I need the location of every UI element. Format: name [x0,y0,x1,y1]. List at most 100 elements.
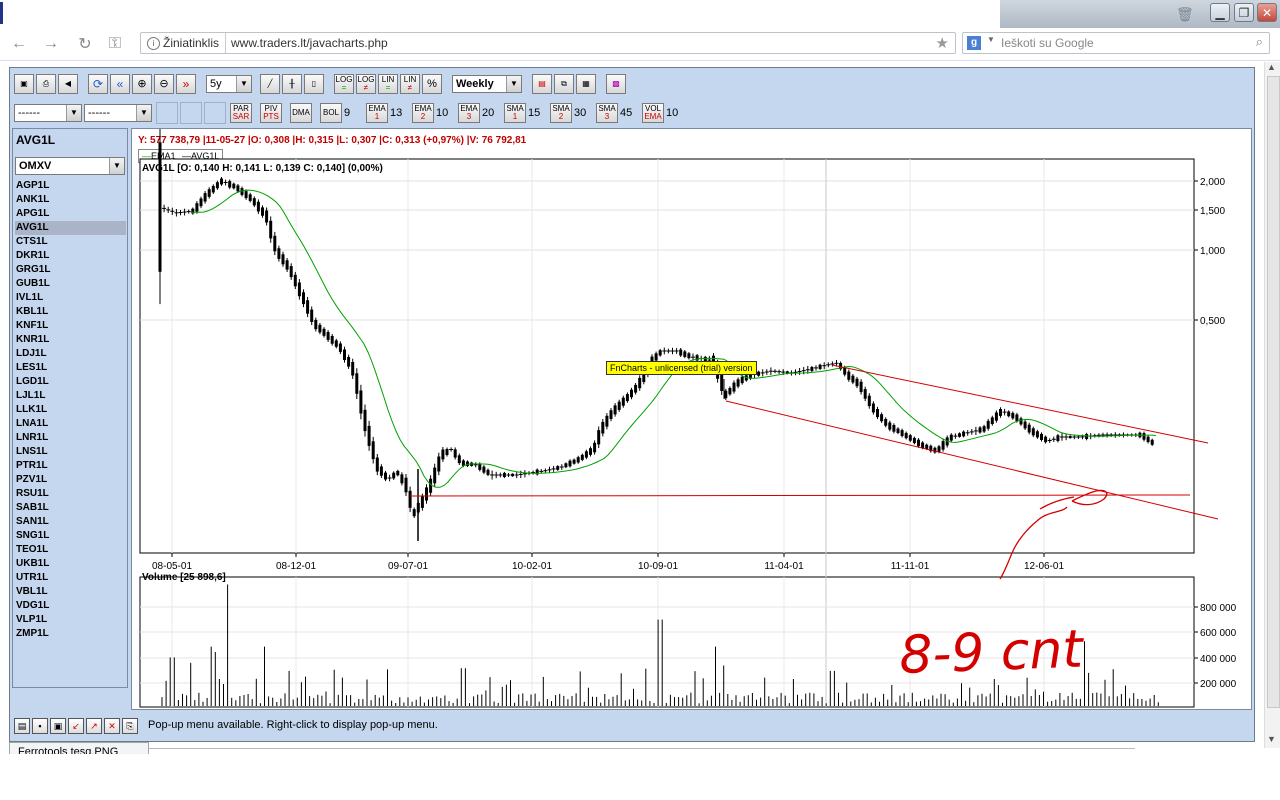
speaker-icon[interactable]: ◀ [58,74,78,94]
candle-body[interactable] [1150,439,1154,445]
candle-body[interactable] [859,381,863,393]
candle-body[interactable] [736,379,740,387]
candle-body[interactable] [195,203,199,212]
price-chart[interactable]: 2,000 1,500 1,000 0,500 08-05-01 08-12-01 09-0… [132,129,1251,709]
candle-body[interactable] [937,446,941,452]
symbol-item[interactable]: GUB1L [15,277,126,291]
table-icon[interactable]: ▦ [576,74,596,94]
candle-body[interactable] [572,459,576,464]
symbol-item[interactable]: SAB1L [15,501,126,515]
candle-body[interactable] [1068,435,1072,439]
candle-body[interactable] [445,449,449,455]
candle-body[interactable] [326,332,330,340]
indicator-button-5[interactable]: EMA 2 [412,103,434,123]
candle-body[interactable] [695,355,699,361]
candle-body[interactable] [1056,435,1060,441]
maximize-button[interactable]: ❐ [1234,3,1254,22]
candle-body[interactable] [978,427,982,433]
candle-body[interactable] [269,220,273,239]
candle-body[interactable] [904,432,908,439]
indicator-value-5[interactable]: 10 [436,107,448,119]
scroll-down-icon[interactable]: ▼ [1267,734,1276,744]
candle-body[interactable] [1031,428,1035,436]
candle-body[interactable] [855,378,859,387]
candle-body[interactable] [740,376,744,384]
candle-body[interactable] [908,435,912,441]
candle-body[interactable] [306,300,310,314]
forward-arrow-icon[interactable]: → [40,33,62,55]
log-equal-button[interactable]: LOG = [334,74,354,94]
candle-body[interactable] [343,349,346,361]
period-select[interactable]: 5y ▼ [206,75,252,93]
fit-icon[interactable]: ▣ [50,718,66,734]
candle-body[interactable] [392,472,396,479]
candle-body[interactable] [220,178,223,185]
symbol-item[interactable]: UKB1L [15,557,126,571]
candle-body[interactable] [1142,433,1146,440]
symbol-item[interactable]: LDJ1L [15,347,126,361]
candle-body[interactable] [404,477,408,493]
symbol-item[interactable]: ZMP1L [15,627,126,641]
candle-body[interactable] [576,457,580,463]
candle-body[interactable] [1035,431,1039,438]
candle-body[interactable] [1023,421,1027,429]
candle-body[interactable] [568,460,572,467]
candle-body[interactable] [457,455,461,464]
candle-body[interactable] [482,466,486,473]
candle-body[interactable] [478,463,482,470]
candle-body[interactable] [986,420,990,429]
candle-body[interactable] [810,367,814,371]
candle-body[interactable] [605,415,609,427]
candle-body[interactable] [363,409,367,432]
candle-body[interactable] [228,181,232,188]
chevron-down-icon[interactable]: ▼ [987,35,995,44]
candle-body[interactable] [593,442,597,453]
indicator-button-7[interactable]: SMA 1 [504,103,526,123]
candle-body[interactable] [818,364,822,369]
back-arrow-icon[interactable]: ← [8,33,30,55]
candle-body[interactable] [265,210,269,223]
candle-body[interactable] [1085,434,1089,439]
candle-body[interactable] [757,371,761,376]
trash-icon[interactable]: 🗑 [1176,6,1194,23]
compare-chart-icon[interactable]: ⧉ [554,74,574,94]
candle-body[interactable] [867,395,871,407]
indicator-value-4[interactable]: 13 [390,107,402,119]
candle-body[interactable] [347,357,351,367]
open-icon[interactable]: ▤ [14,718,30,734]
indicator-value-10[interactable]: 10 [666,107,678,119]
candle-body[interactable] [900,430,904,436]
bottom-tab[interactable]: Ferrotools tesq.PNG [9,742,149,754]
candle-body[interactable] [261,207,264,216]
candle-body[interactable] [375,457,379,472]
indicator-button-6[interactable]: EMA 3 [458,103,480,123]
candle-body[interactable] [876,409,879,418]
indicator-value-6[interactable]: 20 [482,107,494,119]
symbol-item[interactable]: LNR1L [15,431,126,445]
color-palette-icon[interactable]: ▩ [606,74,626,94]
candle-body[interactable] [654,353,658,361]
candle-body[interactable] [847,371,851,380]
symbol-item[interactable]: LJL1L [15,389,126,403]
candle-body[interactable] [621,397,625,406]
candle-body[interactable] [925,444,929,449]
candle-body[interactable] [273,235,277,252]
candle-body[interactable] [843,367,847,375]
zoom-in-icon[interactable]: ⊕ [132,74,152,94]
page-scrollbar[interactable]: ▲ ▼ [1264,62,1280,748]
candle-body[interactable] [679,349,683,356]
symbol-item[interactable]: RSU1L [15,487,126,501]
candle-body[interactable] [601,421,605,434]
indicator-icon[interactable]: ▤ [532,74,552,94]
candle-body[interactable] [441,449,445,460]
scroll-up-icon[interactable]: ▲ [1267,62,1276,72]
candle-body[interactable] [728,388,732,395]
candle-body[interactable] [949,434,953,441]
candle-body[interactable] [334,340,338,347]
candle-body[interactable] [724,390,728,399]
minimize-button[interactable]: ▁ [1210,3,1230,22]
candle-body[interactable] [871,403,875,413]
candle-body[interactable] [252,198,256,206]
indicator-button-8[interactable]: SMA 2 [550,103,572,123]
candle-body[interactable] [433,467,437,484]
